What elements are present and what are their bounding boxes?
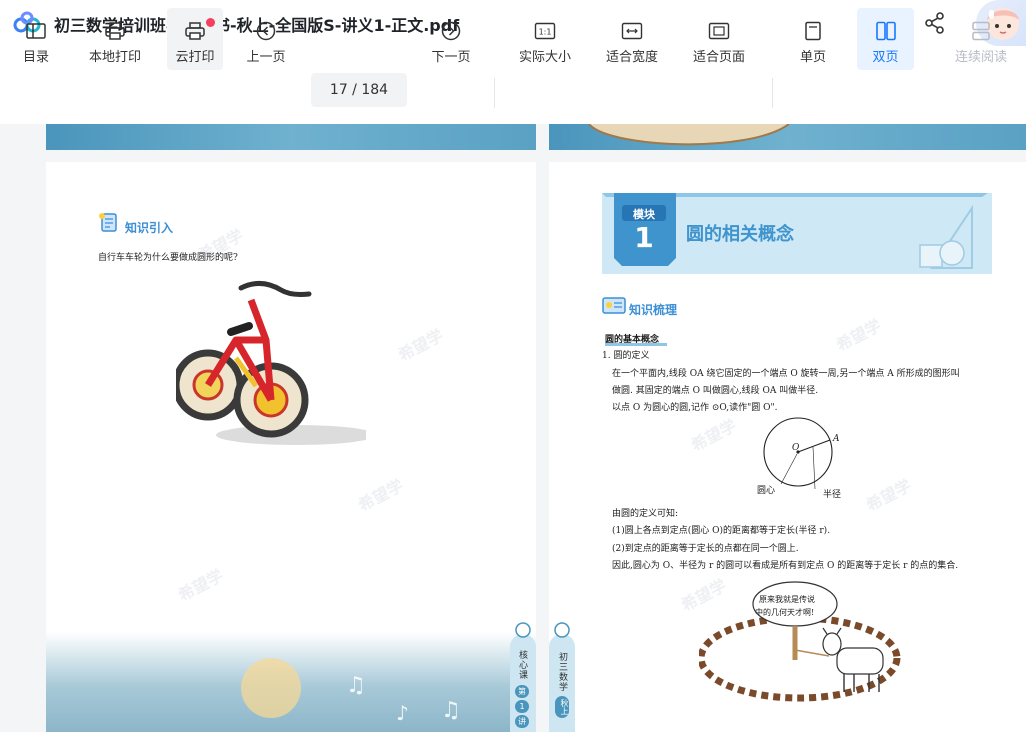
- fit-width-icon: [621, 22, 643, 40]
- body-text: (2)到定点的距离等于定长的点都在同一个圆上.: [612, 544, 799, 554]
- document-viewer[interactable]: 希望学 希望学 希望学 希望学 知识引入 自行车车轮为什么要做成圆形的呢? ♫: [0, 124, 1026, 732]
- knowledge-intro-icon: [99, 213, 117, 232]
- module-title: 圆的相关概念: [686, 224, 794, 245]
- cloud-printer-icon: [185, 22, 205, 40]
- knowledge-summary-icon: [602, 297, 626, 314]
- share-icon[interactable]: [922, 10, 948, 36]
- chevron-right-circle-icon: [441, 21, 461, 41]
- module-label: 模块: [633, 208, 655, 221]
- figure-label-center: 圆心: [757, 486, 776, 496]
- toolbar-divider: [772, 78, 773, 108]
- svg-text:♪: ♪: [396, 701, 409, 725]
- actual-size-icon: 1:1: [534, 22, 556, 40]
- mascot-icon: [554, 622, 570, 638]
- mascot-icon: [515, 622, 531, 638]
- figure-label-o: O: [792, 443, 800, 453]
- decorative-illustration: ♫ ♪ ♫: [241, 658, 461, 725]
- printer-icon: [105, 22, 125, 40]
- side-tab-badge: 第: [515, 685, 529, 698]
- notification-dot: [206, 18, 215, 27]
- toc-icon: [26, 23, 46, 39]
- side-tab-badge: 秋上: [555, 696, 569, 718]
- next-page-button[interactable]: 下一页: [425, 8, 477, 70]
- figure-label-a: A: [833, 434, 840, 444]
- side-tab-badge: 1: [515, 700, 529, 713]
- toc-button[interactable]: 目录: [12, 8, 60, 70]
- double-page-icon: [875, 21, 896, 41]
- watermark: 希望学: [175, 565, 227, 605]
- chevron-left-circle-icon: [256, 21, 276, 41]
- definition-text: 做圆. 其固定的端点 O 叫做圆心,线段 OA 叫做半径.: [612, 386, 819, 396]
- toolbar-divider: [494, 78, 495, 108]
- watermark: 希望学: [395, 325, 447, 365]
- definition-item: 1. 圆的定义: [602, 351, 650, 361]
- intro-question: 自行车车轮为什么要做成圆形的呢?: [98, 253, 238, 263]
- side-tab-badge: 讲: [515, 715, 529, 728]
- single-page-icon: [805, 21, 821, 41]
- fit-page-icon: [708, 22, 730, 40]
- decorative-illustration: [588, 124, 790, 146]
- speech-bubble-text: 中的几何天才啊!: [755, 608, 815, 617]
- left-page: 希望学 希望学 希望学 希望学 知识引入 自行车车轮为什么要做成圆形的呢? ♫: [46, 162, 536, 732]
- section-title: 知识引入: [125, 221, 174, 235]
- section-title: 知识梳理: [629, 303, 678, 317]
- actual-size-button[interactable]: 1:1 实际大小: [512, 8, 578, 70]
- side-tab-text: 核心课: [517, 650, 527, 680]
- double-page-button[interactable]: 双页: [857, 8, 914, 70]
- bicycle-illustration: [176, 281, 366, 445]
- single-page-button[interactable]: 单页: [790, 8, 836, 70]
- prev-page-button[interactable]: 上一页: [240, 8, 292, 70]
- svg-text:♫: ♫: [346, 673, 366, 698]
- body-text: 由圆的定义可知:: [612, 509, 679, 519]
- module-number: 1: [634, 221, 654, 254]
- svg-text:♫: ♫: [441, 698, 461, 723]
- page-separator: /: [347, 82, 362, 98]
- fit-page-button[interactable]: 适合页面: [686, 8, 752, 70]
- continuous-read-icon: [972, 21, 990, 41]
- figure-label-radius: 半径: [823, 490, 842, 500]
- speech-bubble-text: 原来我就是传说: [759, 595, 815, 604]
- watermark: 希望学: [833, 315, 885, 355]
- right-page: 希望学 希望学 希望学 希望学 模块 1 圆的相关概念 知识梳理 圆的基本概念 …: [549, 162, 1026, 732]
- body-text: (1)圆上各点到定点(圆心 O)的距离都等于定长(半径 r).: [612, 526, 831, 536]
- cloud-print-button[interactable]: 云打印: [167, 8, 223, 70]
- module-header: 模块 1 圆的相关概念: [602, 193, 992, 274]
- heading-underline: [605, 343, 667, 346]
- body-text: 因此,圆心为 O、半径为 r 的圆可以看成是所有到定点 O 的距离等于定长 r …: [612, 561, 959, 571]
- watermark: 希望学: [355, 475, 407, 515]
- current-page[interactable]: 17: [330, 82, 348, 98]
- previous-page-bottom: [549, 124, 1026, 150]
- definition-text: 以点 O 为圆心的圆,记作 ⊙O,读作"圆 O".: [612, 403, 778, 413]
- local-print-button[interactable]: 本地打印: [80, 8, 150, 70]
- definition-text: 在一个平面内,线段 OA 绕它固定的一个端点 O 旋转一周,另一个端点 A 所形…: [612, 369, 960, 379]
- watermark: 希望学: [688, 415, 740, 455]
- page-indicator[interactable]: 17 / 184: [311, 73, 407, 107]
- side-tab-text: 初三数学: [557, 652, 567, 692]
- page-bottom-illustration: ♫ ♪ ♫: [46, 632, 536, 732]
- continuous-read-button[interactable]: 连续阅读: [948, 8, 1014, 70]
- watermark: 希望学: [863, 475, 915, 515]
- actual-size-icon-text: 1:1: [539, 28, 552, 37]
- fit-width-button[interactable]: 适合宽度: [599, 8, 665, 70]
- previous-page-bottom: [46, 124, 536, 150]
- total-pages: 184: [361, 82, 389, 98]
